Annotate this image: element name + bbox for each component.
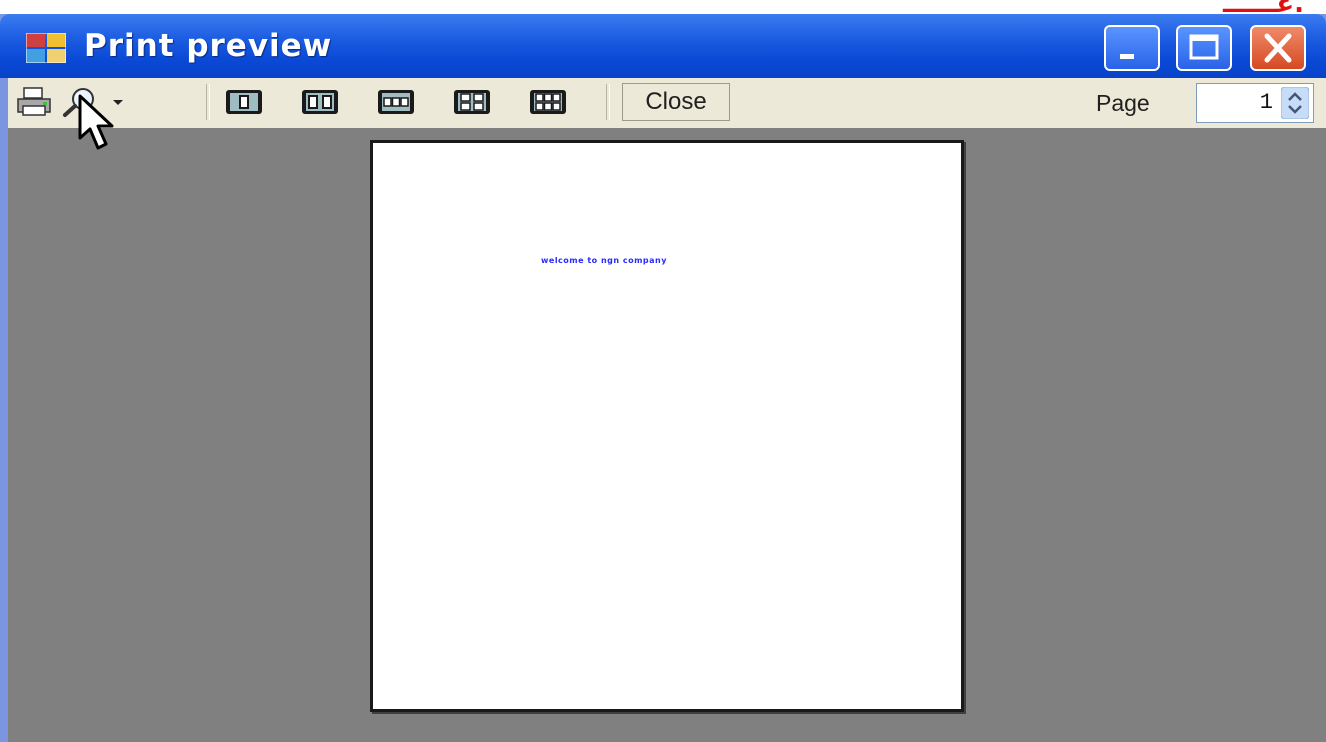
minimize-icon: [1120, 54, 1134, 59]
mouse-pointer-icon: [78, 94, 114, 150]
minimize-button[interactable]: [1104, 25, 1160, 71]
toolbar-separator: [206, 84, 210, 120]
app-icon: [26, 33, 66, 63]
toolbar-separator: [606, 84, 610, 120]
page-spinner[interactable]: [1281, 87, 1309, 119]
one-page-icon: [226, 90, 262, 114]
preview-page: welcome to ngn company: [370, 140, 964, 712]
document-text: welcome to ngn company: [541, 256, 667, 265]
close-preview-button[interactable]: Close: [622, 83, 730, 121]
three-pages-button[interactable]: [374, 86, 418, 118]
four-pages-icon: [454, 90, 490, 114]
print-button[interactable]: [14, 86, 54, 118]
page-number-input[interactable]: 1: [1196, 83, 1314, 123]
three-pages-icon: [378, 90, 414, 114]
title-bar[interactable]: Print preview: [0, 14, 1326, 78]
printer-icon: [17, 87, 51, 116]
window-title: Print preview: [84, 28, 333, 64]
preview-area[interactable]: welcome to ngn company: [8, 128, 1326, 742]
print-preview-window: Print preview Close Page 1 welcome to ng…: [0, 14, 1326, 742]
two-pages-icon: [302, 90, 338, 114]
close-icon: [1264, 33, 1292, 63]
window-close-button[interactable]: [1250, 25, 1306, 71]
six-pages-icon: [530, 90, 566, 114]
two-pages-button[interactable]: [298, 86, 342, 118]
maximize-icon: [1189, 34, 1219, 60]
page-number-value: 1: [1259, 90, 1273, 115]
one-page-button[interactable]: [222, 86, 266, 118]
maximize-button[interactable]: [1176, 25, 1232, 71]
four-pages-button[interactable]: [450, 86, 494, 118]
page-label: Page: [1096, 90, 1150, 116]
preview-toolbar: Close Page 1: [8, 78, 1326, 129]
window-client-area: Close Page 1 welcome to ngn company: [8, 78, 1326, 742]
six-pages-button[interactable]: [526, 86, 570, 118]
